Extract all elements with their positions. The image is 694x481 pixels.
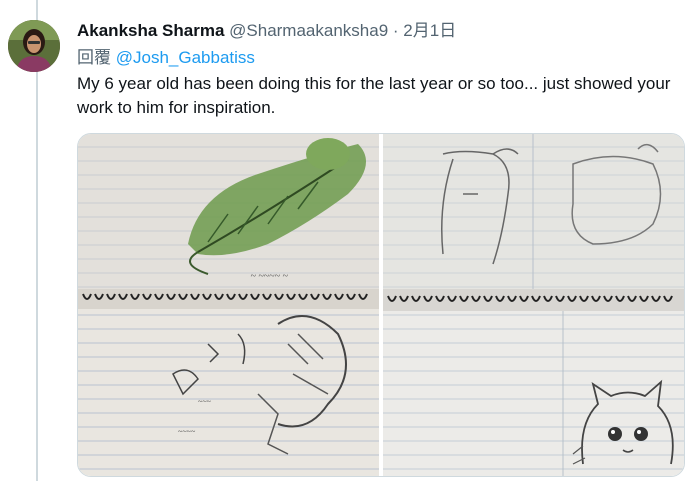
author-handle[interactable]: @Sharmaakanksha9: [229, 21, 388, 40]
reply-label: 回覆: [77, 48, 111, 67]
svg-text:~~~: ~~~: [198, 397, 212, 406]
reply-context: 回覆 @Josh_Gabbatiss: [77, 47, 255, 69]
avatar-photo: [8, 20, 60, 72]
author-name[interactable]: Akanksha Sharma: [77, 21, 224, 40]
user-avatar[interactable]: [8, 20, 60, 72]
tweet-media-grid: ~ ~~~~ ~ ~~~ ~~~~: [77, 133, 685, 477]
header-separator: ·: [392, 21, 399, 40]
tweet[interactable]: Akanksha Sharma @Sharmaakanksha9 · 2月1日 …: [0, 0, 694, 481]
tweet-date[interactable]: 2月1日: [403, 21, 456, 40]
tweet-header: Akanksha Sharma @Sharmaakanksha9 · 2月1日: [77, 20, 456, 42]
media-photo-1[interactable]: ~ ~~~~ ~ ~~~ ~~~~: [78, 134, 379, 476]
media-photo-2[interactable]: [383, 134, 684, 476]
drawing-dogs-cat-image: [383, 134, 684, 476]
svg-text:~ ~~~~ ~: ~ ~~~~ ~: [250, 269, 288, 280]
tweet-text: My 6 year old has been doing this for th…: [77, 74, 671, 117]
svg-text:~~~~: ~~~~: [178, 427, 196, 436]
reply-mention-link[interactable]: @Josh_Gabbatiss: [116, 48, 255, 67]
drawing-lizard-birds-image: ~ ~~~~ ~ ~~~ ~~~~: [78, 134, 379, 476]
